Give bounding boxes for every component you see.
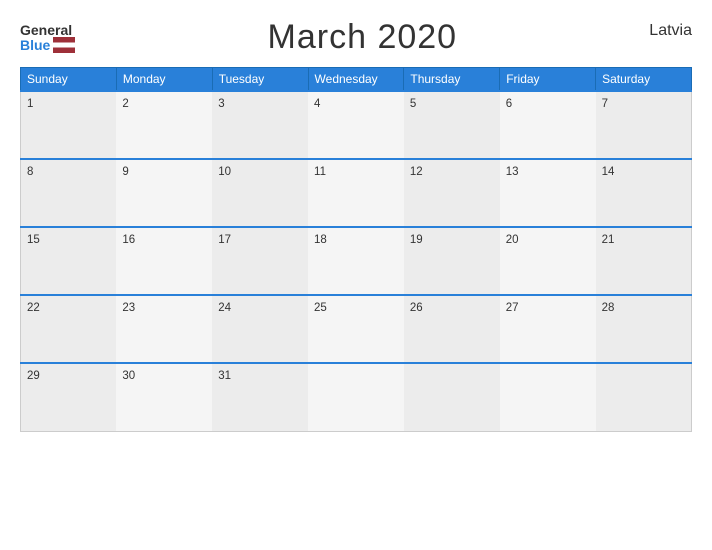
calendar-day-cell [308,363,404,431]
day-number: 10 [218,166,231,178]
header-wednesday: Wednesday [308,68,404,92]
day-number: 15 [27,234,40,246]
day-number: 2 [122,98,128,110]
calendar-day-cell: 2 [116,91,212,159]
day-number: 13 [506,166,519,178]
calendar-week-row: 22 23 24 25 26 27 28 [21,295,692,363]
calendar-day-cell: 6 [500,91,596,159]
weekday-header-row: Sunday Monday Tuesday Wednesday Thursday… [21,68,692,92]
header-thursday: Thursday [404,68,500,92]
calendar-week-row: 8 9 10 11 12 13 14 [21,159,692,227]
calendar-day-cell: 19 [404,227,500,295]
calendar-day-cell: 22 [21,295,117,363]
day-number: 7 [602,98,608,110]
header-sunday: Sunday [21,68,117,92]
day-number: 8 [27,166,33,178]
calendar-day-cell: 27 [500,295,596,363]
day-number: 23 [122,302,135,314]
day-number: 17 [218,234,231,246]
calendar-day-cell: 9 [116,159,212,227]
day-number: 3 [218,98,224,110]
calendar-day-cell: 5 [404,91,500,159]
calendar-day-cell: 23 [116,295,212,363]
day-number: 1 [27,98,33,110]
day-number: 14 [602,166,615,178]
page: General Blue March 2020 Latvia Sunday Mo… [0,0,712,550]
calendar-day-cell: 26 [404,295,500,363]
calendar-day-cell: 18 [308,227,404,295]
logo-blue-text: Blue [20,37,75,53]
calendar-day-cell: 28 [596,295,692,363]
header: General Blue March 2020 Latvia [20,18,692,57]
calendar-day-cell: 15 [21,227,117,295]
calendar-day-cell [596,363,692,431]
calendar-day-cell: 16 [116,227,212,295]
calendar-day-cell [404,363,500,431]
calendar-day-cell: 29 [21,363,117,431]
calendar-day-cell: 17 [212,227,308,295]
day-number: 27 [506,302,519,314]
calendar-day-cell: 24 [212,295,308,363]
day-number: 5 [410,98,416,110]
day-number: 18 [314,234,327,246]
calendar-day-cell: 11 [308,159,404,227]
calendar-day-cell: 25 [308,295,404,363]
country-label: Latvia [649,22,692,40]
calendar-day-cell: 21 [596,227,692,295]
calendar-day-cell: 10 [212,159,308,227]
day-number: 26 [410,302,423,314]
calendar-title: March 2020 [268,18,458,57]
header-monday: Monday [116,68,212,92]
day-number: 28 [602,302,615,314]
calendar-week-row: 15 16 17 18 19 20 21 [21,227,692,295]
calendar-day-cell: 20 [500,227,596,295]
header-tuesday: Tuesday [212,68,308,92]
day-number: 21 [602,234,615,246]
header-saturday: Saturday [596,68,692,92]
day-number: 31 [218,370,231,382]
day-number: 9 [122,166,128,178]
calendar-day-cell: 1 [21,91,117,159]
day-number: 22 [27,302,40,314]
day-number: 30 [122,370,135,382]
logo-general-text: General [20,23,75,37]
day-number: 19 [410,234,423,246]
day-number: 29 [27,370,40,382]
calendar-day-cell: 12 [404,159,500,227]
day-number: 25 [314,302,327,314]
day-number: 24 [218,302,231,314]
calendar-table: Sunday Monday Tuesday Wednesday Thursday… [20,67,692,432]
day-number: 6 [506,98,512,110]
logo: General Blue [20,23,75,53]
calendar-day-cell: 31 [212,363,308,431]
calendar-day-cell: 7 [596,91,692,159]
day-number: 20 [506,234,519,246]
calendar-day-cell: 13 [500,159,596,227]
calendar-day-cell: 30 [116,363,212,431]
calendar-day-cell: 3 [212,91,308,159]
calendar-week-row: 29 30 31 [21,363,692,431]
calendar-day-cell: 14 [596,159,692,227]
day-number: 12 [410,166,423,178]
day-number: 16 [122,234,135,246]
day-number: 11 [314,166,326,178]
day-number: 4 [314,98,320,110]
header-friday: Friday [500,68,596,92]
calendar-day-cell: 4 [308,91,404,159]
calendar-day-cell [500,363,596,431]
calendar-day-cell: 8 [21,159,117,227]
calendar-week-row: 1 2 3 4 5 6 7 [21,91,692,159]
latvia-flag-icon [53,37,75,53]
